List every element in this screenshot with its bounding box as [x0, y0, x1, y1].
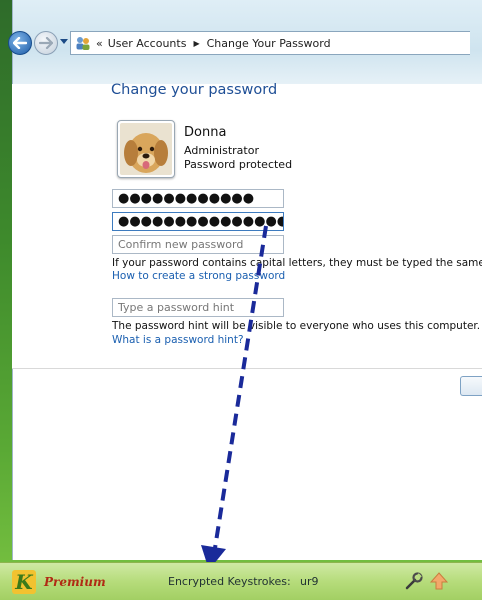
user-status: Password protected	[184, 158, 293, 171]
user-name: Donna	[184, 125, 227, 140]
new-password-value: ●●●●●●●●●●●●●●●●●●●●	[118, 214, 284, 229]
password-hint-link[interactable]: What is a password hint?	[112, 334, 244, 346]
forward-arrow-icon	[39, 37, 53, 49]
product-label: Premium	[44, 575, 106, 589]
user-role: Administrator	[184, 144, 259, 157]
confirm-password-placeholder: Confirm new password	[118, 238, 244, 251]
user-accounts-icon	[76, 37, 90, 50]
footer-divider	[12, 368, 482, 369]
k-logo-icon: K	[12, 570, 36, 594]
back-arrow-icon	[13, 37, 27, 49]
encrypted-keystrokes-label: Encrypted Keystrokes:	[168, 575, 291, 588]
caps-warning-text: If your password contains capital letter…	[112, 257, 482, 269]
hint-visibility-text: The password hint will be visible to eve…	[112, 320, 481, 332]
keylogger-status-bar: K Premium Encrypted Keystrokes: ur9	[0, 562, 482, 600]
new-password-field[interactable]: ●●●●●●●●●●●●●●●●●●●●	[112, 212, 284, 231]
overflow-chevron[interactable]: «	[96, 37, 103, 50]
breadcrumb-change-password[interactable]: Change Your Password	[207, 37, 331, 50]
up-arrow-icon[interactable]	[430, 571, 448, 591]
password-hint-field[interactable]: Type a password hint	[112, 298, 284, 317]
strong-password-link[interactable]: How to create a strong password	[112, 270, 285, 282]
back-button[interactable]	[8, 31, 32, 55]
wrench-icon[interactable]	[404, 571, 424, 591]
avatar	[117, 120, 175, 178]
recent-pages-dropdown[interactable]	[60, 39, 68, 44]
dog-avatar-icon	[120, 123, 172, 175]
forward-button[interactable]	[34, 31, 58, 55]
address-bar[interactable]: « User Accounts ▶ Change Your Password	[70, 31, 470, 55]
breadcrumb-user-accounts[interactable]: User Accounts	[108, 37, 187, 50]
current-password-field[interactable]: ●●●●●●●●●●●●	[112, 189, 284, 208]
page-title: Change your password	[111, 82, 278, 98]
change-password-button[interactable]	[460, 376, 482, 396]
confirm-password-field[interactable]: Confirm new password	[112, 235, 284, 254]
breadcrumb-separator-icon[interactable]: ▶	[193, 39, 199, 48]
encrypted-keystrokes-value: ur9	[300, 575, 319, 588]
password-hint-placeholder: Type a password hint	[118, 301, 235, 314]
current-password-value: ●●●●●●●●●●●●	[118, 191, 255, 206]
